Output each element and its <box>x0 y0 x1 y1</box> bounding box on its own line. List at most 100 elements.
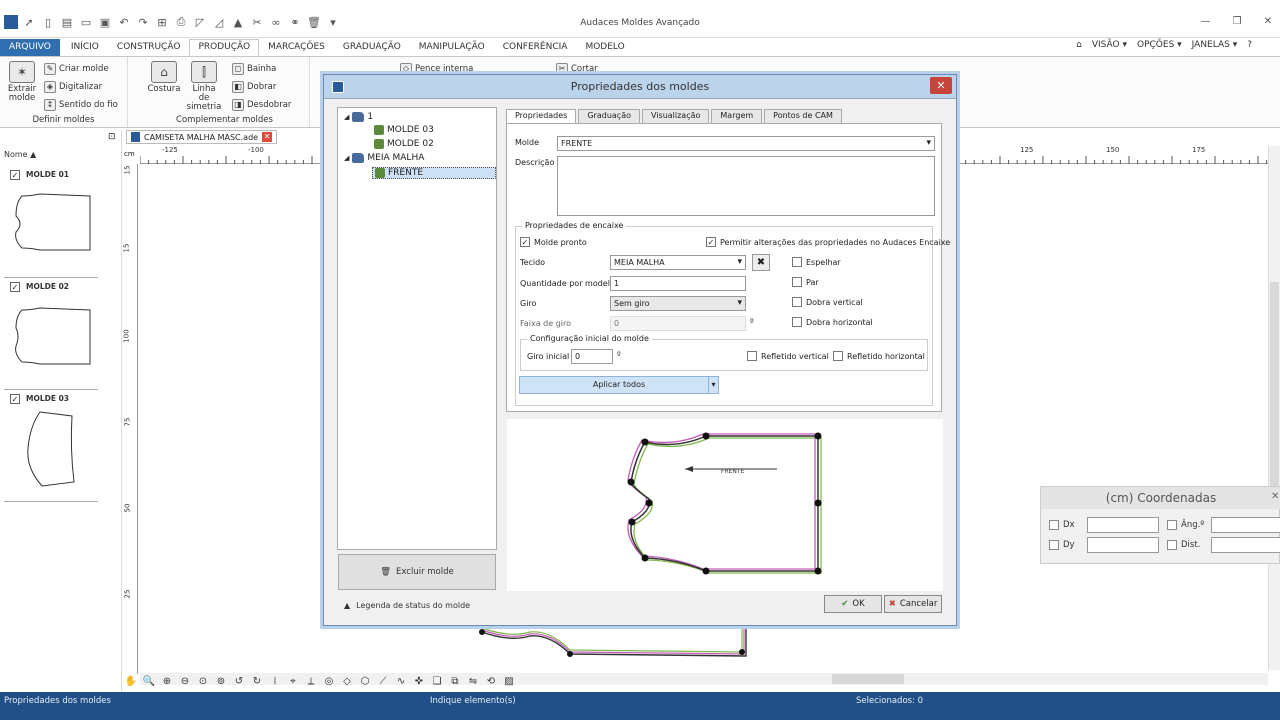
dobra-vertical-checkbox[interactable]: Dobra vertical <box>792 297 863 307</box>
menu-janelas[interactable]: JANELAS ▾ <box>1192 40 1238 50</box>
tab-propriedades[interactable]: Propriedades <box>506 109 577 124</box>
line-icon[interactable]: ⟋ <box>376 675 390 689</box>
tab-producao[interactable]: PRODUÇÃO <box>189 39 260 56</box>
maximize-icon[interactable]: ❐ <box>1233 16 1242 27</box>
tree-group-1[interactable]: ◢ 1 <box>344 112 373 122</box>
bainha-button[interactable]: ◻ Bainha <box>232 63 276 75</box>
costura-button[interactable]: ⌂ Costura <box>146 61 182 94</box>
pin-icon[interactable]: ⊡ <box>108 132 116 142</box>
tab-conferencia[interactable]: CONFERÊNCIA <box>494 39 577 56</box>
app-logo-icon[interactable] <box>4 15 18 29</box>
dist-checkbox[interactable] <box>1167 540 1177 550</box>
tab-graduacao[interactable]: Graduação <box>578 109 640 124</box>
extrair-molde-button[interactable]: ✶ Extrair molde <box>4 61 40 103</box>
zoom-out-icon[interactable]: ⊖ <box>178 675 192 689</box>
dropdown-arrow-icon[interactable]: ▾ <box>708 377 718 393</box>
dy-input[interactable] <box>1087 537 1159 553</box>
dialog-title-bar[interactable]: Propriedades dos moldes <box>324 75 956 99</box>
select-icon[interactable]: ◇ <box>340 675 354 689</box>
glasses-icon[interactable]: ∞ <box>268 14 284 30</box>
tab-marcacoes[interactable]: MARCAÇÕES <box>259 39 334 56</box>
refresh-icon[interactable]: ↻ <box>250 675 264 689</box>
node-icon[interactable]: ◎ <box>322 675 336 689</box>
redo-icon[interactable]: ↷ <box>135 14 151 30</box>
tab-manipulacao[interactable]: MANIPULAÇÃO <box>410 39 494 56</box>
tab-modelo[interactable]: MODELO <box>576 39 633 56</box>
new-icon[interactable]: ▯ <box>40 14 56 30</box>
dx-checkbox[interactable] <box>1049 520 1059 530</box>
menu-visao[interactable]: VISÃO ▾ <box>1092 40 1127 50</box>
rotate-icon[interactable]: ⟲ <box>484 675 498 689</box>
zoom-previous-icon[interactable]: ↺ <box>232 675 246 689</box>
tape-icon[interactable]: ◿ <box>211 14 227 30</box>
image-icon[interactable]: ▨ <box>502 675 516 689</box>
close-icon[interactable]: ✕ <box>1264 16 1272 27</box>
zoom-in-icon[interactable]: ⊕ <box>160 675 174 689</box>
table-icon[interactable]: ⊞ <box>154 14 170 30</box>
ruler-icon[interactable]: ◸ <box>192 14 208 30</box>
tree-item-molde-03[interactable]: MOLDE 03 <box>374 125 434 135</box>
document-tab[interactable]: CAMISETA MALHA MASC.ade ✕ <box>126 130 278 144</box>
pointer-icon[interactable]: ➚ <box>21 14 37 30</box>
molde-checkbox[interactable]: ✓ <box>10 170 20 180</box>
close-panel-icon[interactable]: ✕ <box>1271 491 1279 502</box>
giro-select[interactable]: Sem giro <box>610 296 746 311</box>
grid-icon[interactable]: ⁞ <box>268 675 282 689</box>
molde-card[interactable]: ✓ MOLDE 02 <box>4 280 98 390</box>
snap-icon[interactable]: ⌖ <box>286 675 300 689</box>
collapse-icon[interactable]: ◢ <box>344 154 349 162</box>
list-header[interactable]: Nome ▲ <box>4 150 36 159</box>
dobra-horizontal-checkbox[interactable]: Dobra horizontal <box>792 317 873 327</box>
dialog-close-button[interactable]: ✕ <box>930 77 952 94</box>
dist-input[interactable] <box>1211 537 1280 553</box>
excluir-molde-button[interactable]: 🗑 Excluir molde <box>338 554 496 590</box>
tecido-select[interactable]: MEIA MALHA <box>610 255 746 270</box>
molde-card[interactable]: ✓ MOLDE 01 <box>4 168 98 278</box>
tab-graduacao[interactable]: GRADUAÇÃO <box>334 39 410 56</box>
permitir-checkbox[interactable]: ✓ Permitir alterações das propriedades no… <box>706 237 950 247</box>
home-icon[interactable]: ⌂ <box>1076 40 1082 50</box>
legenda-toggle[interactable]: ▲ Legenda de status do molde <box>344 601 470 610</box>
molde-checkbox[interactable]: ✓ <box>10 394 20 404</box>
desdobrar-button[interactable]: ◨ Desdobrar <box>232 99 291 111</box>
layers-icon[interactable]: ❏ <box>430 675 444 689</box>
tab-inicio[interactable]: INÍCIO <box>62 39 108 56</box>
molde-pronto-checkbox[interactable]: ✓ Molde pronto <box>520 237 587 247</box>
delete-icon[interactable]: 🗑 <box>306 14 322 30</box>
undo-icon[interactable]: ↶ <box>116 14 132 30</box>
descricao-textarea[interactable] <box>557 156 935 216</box>
help-icon[interactable]: ? <box>1247 40 1252 50</box>
zoom-all-icon[interactable]: ⊚ <box>214 675 228 689</box>
refletido-horizontal-checkbox[interactable]: Refletido horizontal <box>833 351 925 361</box>
tab-arquivo[interactable]: ARQUIVO <box>0 39 60 56</box>
ok-button[interactable]: ✔ OK <box>824 595 882 613</box>
scissors-icon[interactable]: ✂ <box>249 14 265 30</box>
dx-input[interactable] <box>1087 517 1159 533</box>
mirror-icon[interactable]: ⇋ <box>466 675 480 689</box>
point-icon[interactable]: ✜ <box>412 675 426 689</box>
menu-opcoes[interactable]: OPÇÕES ▾ <box>1137 40 1182 50</box>
digitalizar-button[interactable]: ◈ Digitalizar <box>44 81 102 93</box>
molde-checkbox[interactable]: ✓ <box>10 282 20 292</box>
tab-margem[interactable]: Margem <box>711 109 763 124</box>
cancel-button[interactable]: ✖ Cancelar <box>884 595 942 613</box>
giro-inicial-input[interactable]: 0 <box>571 349 613 364</box>
linha-simetria-button[interactable]: ⫿ Linha de simetria <box>186 61 222 112</box>
copy-icon[interactable]: ⧉ <box>448 675 462 689</box>
collapse-icon[interactable]: ◢ <box>344 113 349 121</box>
folder-icon[interactable]: ▭ <box>78 14 94 30</box>
save-icon[interactable]: ▣ <box>97 14 113 30</box>
tab-construcao[interactable]: CONSTRUÇÃO <box>108 39 190 56</box>
vertical-scrollbar[interactable] <box>1268 146 1280 670</box>
shape-icon[interactable]: ⬡ <box>358 675 372 689</box>
molde-card[interactable]: ✓ MOLDE 03 <box>4 392 98 502</box>
curve-icon[interactable]: ∿ <box>394 675 408 689</box>
more-icon[interactable]: ▾ <box>325 14 341 30</box>
tree-group-meia-malha[interactable]: ◢ MEIA MALHA <box>344 153 424 163</box>
dy-checkbox[interactable] <box>1049 540 1059 550</box>
tree-item-frente[interactable]: FRENTE <box>372 167 496 179</box>
tab-visualizacao[interactable]: Visualização <box>642 109 710 124</box>
pan-icon[interactable]: ✋ <box>124 675 138 689</box>
par-checkbox[interactable]: Par <box>792 277 819 287</box>
tools-icon[interactable]: ✖ <box>752 254 770 271</box>
